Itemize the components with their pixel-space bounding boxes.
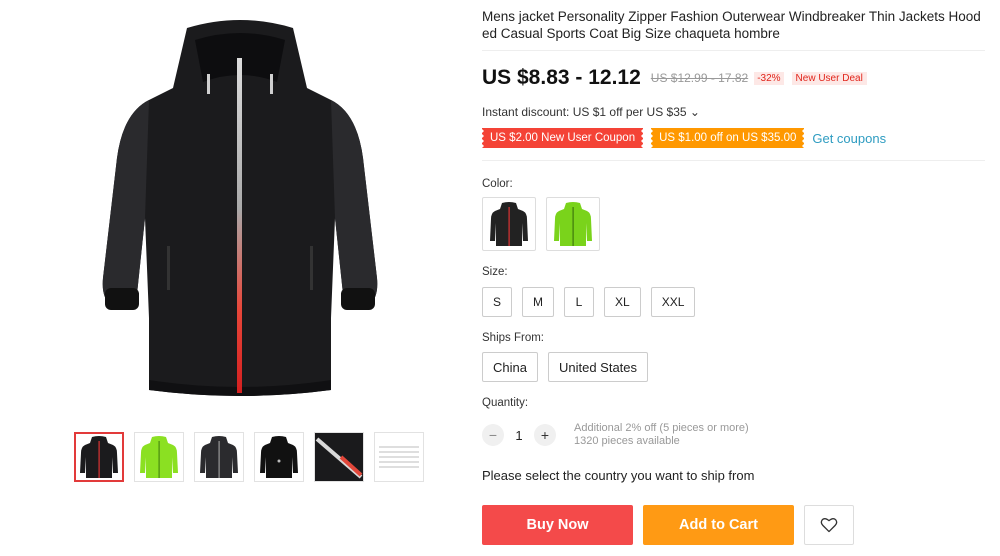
price-row: US $8.83 - 12.12 US $12.99 - 17.82 -32% … [482,66,867,90]
original-price: US $12.99 - 17.82 [650,71,749,85]
thumbnail-dark-jacket [200,436,238,478]
jacket-image [102,20,378,396]
divider [482,50,985,51]
thumbnail-back-view [260,436,298,478]
size-option-l[interactable]: L [564,287,595,317]
quantity-stepper: − 1 + Additional 2% off (5 pieces or mor… [482,422,749,448]
ships-from-options: China United States [482,352,649,382]
add-to-cart-button[interactable]: Add to Cart [643,505,794,545]
buy-now-button[interactable]: Buy Now [482,505,633,545]
new-user-deal-badge: New User Deal [791,71,867,85]
new-user-coupon[interactable]: US $2.00 New User Coupon [482,128,644,148]
size-option-xl[interactable]: XL [604,287,641,317]
instant-discount-text: Instant discount: US $1 off per US $35 [482,105,687,119]
quantity-decrement-button[interactable]: − [482,424,504,446]
thumbnail-4[interactable] [254,432,304,482]
bulk-discount-note: Additional 2% off (5 pieces or more) [574,422,749,434]
coupon-row: US $2.00 New User Coupon US $1.00 off on… [482,128,886,148]
stock-available: 1320 pieces available [574,435,680,447]
thumbnail-strip [74,432,424,482]
ship-option-china[interactable]: China [482,352,538,382]
chevron-down-icon: ⌄ [689,105,700,119]
shipping-message: Please select the country you want to sh… [482,468,755,483]
instant-discount[interactable]: Instant discount: US $1 off per US $35 ⌄ [482,105,700,119]
color-option-black[interactable] [482,197,536,251]
thumbnail-size-chart [375,433,423,481]
color-options [482,197,600,251]
thumbnail-6[interactable] [374,432,424,482]
current-price: US $8.83 - 12.12 [482,66,641,89]
product-title: Mens jacket Personality Zipper Fashion O… [482,9,981,41]
action-buttons: Buy Now Add to Cart [482,505,854,545]
quantity-label: Quantity: [482,397,529,409]
thumbnail-5[interactable] [314,432,364,482]
quantity-value[interactable]: 1 [504,428,534,443]
thumbnail-3[interactable] [194,432,244,482]
black-jacket-swatch [490,202,528,246]
thumbnail-black-jacket [80,436,118,478]
color-option-green[interactable] [546,197,600,251]
get-coupons-link[interactable]: Get coupons [812,131,886,146]
quantity-increment-button[interactable]: + [534,424,556,446]
store-coupon[interactable]: US $1.00 off on US $35.00 [651,128,805,148]
heart-icon [820,518,838,533]
size-option-m[interactable]: M [522,287,555,317]
thumbnail-green-jacket [140,436,178,478]
size-options: S M L XL XXL [482,287,696,317]
discount-badge: -32% [754,71,784,85]
color-label: Color: [482,178,513,190]
thumbnail-1[interactable] [74,432,124,482]
size-option-xxl[interactable]: XXL [650,287,696,317]
size-label: Size: [482,266,508,278]
size-option-s[interactable]: S [482,287,513,317]
thumbnail-2[interactable] [134,432,184,482]
main-product-image[interactable] [95,18,385,396]
ships-from-label: Ships From: [482,332,544,344]
green-jacket-swatch [554,202,592,246]
thumbnail-zipper-detail [315,433,363,481]
ship-option-united-states[interactable]: United States [547,352,649,382]
divider [482,160,985,161]
wishlist-button[interactable] [804,505,854,545]
quantity-info: Additional 2% off (5 pieces or more) 132… [574,422,749,448]
